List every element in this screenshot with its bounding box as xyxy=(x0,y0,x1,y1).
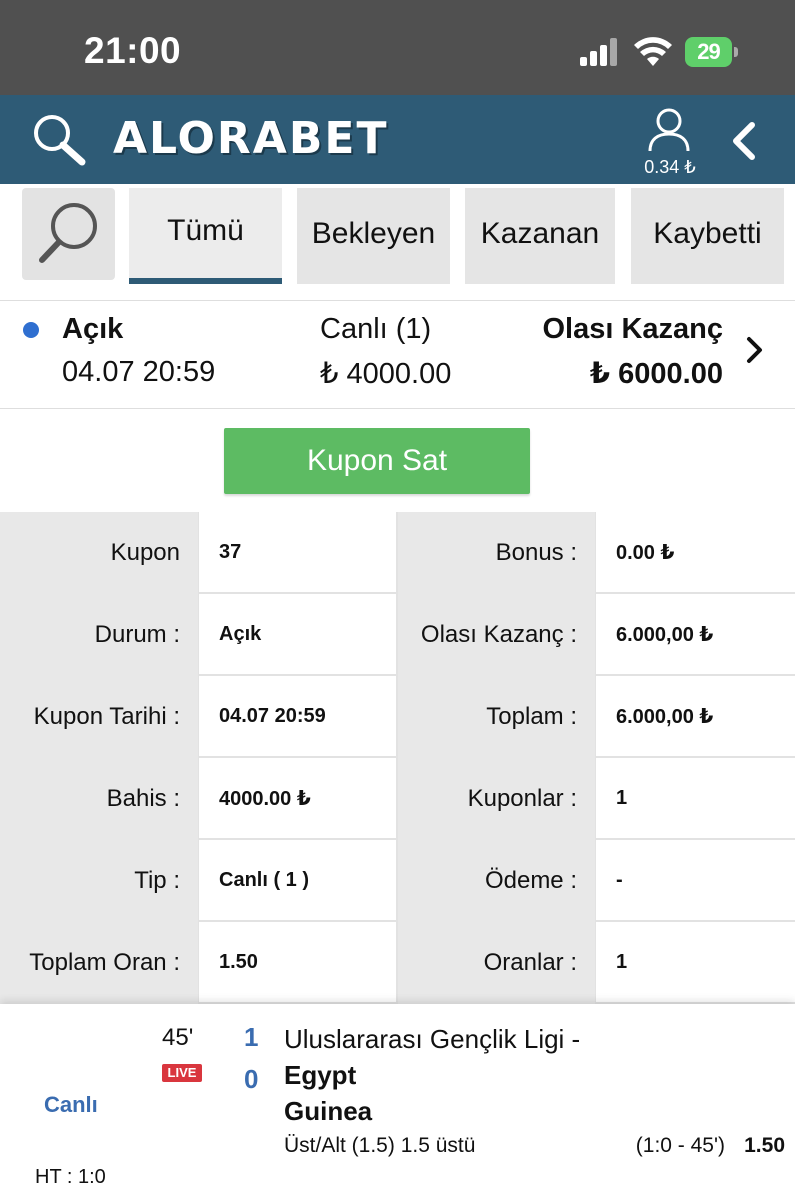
coupon-date: 04.07 20:59 xyxy=(62,356,216,388)
tab-won[interactable]: Kazanan xyxy=(465,188,615,284)
halftime-score: HT : 1:0 xyxy=(35,1166,106,1188)
detail-label: Ödeme : xyxy=(398,840,595,922)
detail-value: 6.000,00 ₺ xyxy=(596,676,795,758)
search-icon xyxy=(39,203,97,263)
detail-value: - xyxy=(596,840,795,922)
team-home: Egypt xyxy=(284,1060,357,1090)
chevron-left-icon[interactable] xyxy=(726,121,762,161)
detail-value: 6.000,00 ₺ xyxy=(596,594,795,676)
tab-all[interactable]: Tümü xyxy=(129,188,282,284)
tab-search-button[interactable] xyxy=(22,188,115,280)
cellular-signal-icon xyxy=(580,38,620,66)
chevron-right-icon[interactable] xyxy=(744,335,766,365)
tab-pending[interactable]: Bekleyen xyxy=(297,188,450,284)
detail-label: Kupon xyxy=(0,512,198,594)
detail-label: Kupon Tarihi : xyxy=(0,676,198,758)
live-badge: LIVE xyxy=(162,1064,202,1082)
tab-label: Tümü xyxy=(167,214,244,247)
search-icon[interactable] xyxy=(30,111,90,167)
match-minute: 45' xyxy=(162,1024,194,1051)
filter-tabs: Tümü Bekleyen Kazanan Kaybetti xyxy=(0,184,795,288)
sell-coupon-button[interactable]: Kupon Sat xyxy=(224,428,530,494)
coupon-summary-row[interactable]: Açık 04.07 20:59 Canlı (1) ₺ 4000.00 Ola… xyxy=(0,300,795,409)
detail-value: 37 xyxy=(199,512,396,594)
detail-value: Canlı ( 1 ) xyxy=(199,840,396,922)
tab-label: Kazanan xyxy=(480,217,600,250)
coupon-type: Canlı (1) xyxy=(320,313,432,345)
potential-win-label: Olası Kazanç xyxy=(542,313,723,345)
detail-value: 1 xyxy=(596,922,795,1004)
battery-level: 29 xyxy=(685,37,732,67)
detail-label: Olası Kazanç : xyxy=(398,594,595,676)
bet-selection-card: 45' LIVE Canlı 1 0 Uluslararası Gençlik … xyxy=(0,1004,795,1200)
bet-market: Üst/Alt (1.5) 1.5 üstü xyxy=(284,1134,476,1157)
detail-value: 0.00 ₺ xyxy=(596,512,795,594)
detail-label: Durum : xyxy=(0,594,198,676)
tab-label: Kaybetti xyxy=(653,217,762,250)
detail-label: Toplam Oran : xyxy=(0,922,198,1004)
detail-label: Bonus : xyxy=(398,512,595,594)
coupon-stake: ₺ 4000.00 xyxy=(320,358,452,390)
tab-lost[interactable]: Kaybetti xyxy=(631,188,784,284)
score-away: 0 xyxy=(244,1064,259,1094)
coupon-details-grid: Kupon 37 Bonus : 0.00 ₺ Durum : Açık Ola… xyxy=(0,512,795,1004)
detail-label: Oranlar : xyxy=(398,922,595,1004)
status-bar: 21:00 29 xyxy=(0,0,795,95)
detail-label: Tip : xyxy=(0,840,198,922)
coupon-status: Açık xyxy=(62,313,124,345)
detail-value: Açık xyxy=(199,594,396,676)
status-time: 21:00 xyxy=(84,30,182,71)
detail-value: 4000.00 ₺ xyxy=(199,758,396,840)
status-dot xyxy=(23,322,39,338)
logo[interactable]: ALORABET xyxy=(113,113,388,164)
user-icon[interactable] xyxy=(644,105,694,155)
app-header: ALORABET 0.34 ₺ xyxy=(0,95,795,184)
bet-time-info: (1:0 - 45') xyxy=(635,1134,725,1157)
detail-label: Toplam : xyxy=(398,676,595,758)
tab-label: Bekleyen xyxy=(311,217,436,250)
wifi-icon xyxy=(634,37,672,66)
battery-icon: 29 xyxy=(685,37,738,67)
detail-label: Bahis : xyxy=(0,758,198,840)
potential-win-value: ₺ 6000.00 xyxy=(589,358,723,390)
team-away: Guinea xyxy=(284,1096,373,1126)
detail-value: 1 xyxy=(596,758,795,840)
bet-odd: 1.50 xyxy=(744,1134,785,1157)
league-name: Uluslararası Gençlik Ligi - xyxy=(284,1024,581,1054)
balance-value: 0.34 ₺ xyxy=(644,157,696,177)
detail-value: 1.50 xyxy=(199,922,396,1004)
detail-label: Kuponlar : xyxy=(398,758,595,840)
detail-value: 04.07 20:59 xyxy=(199,676,396,758)
score-home: 1 xyxy=(244,1022,259,1052)
bet-type: Canlı xyxy=(44,1092,98,1117)
